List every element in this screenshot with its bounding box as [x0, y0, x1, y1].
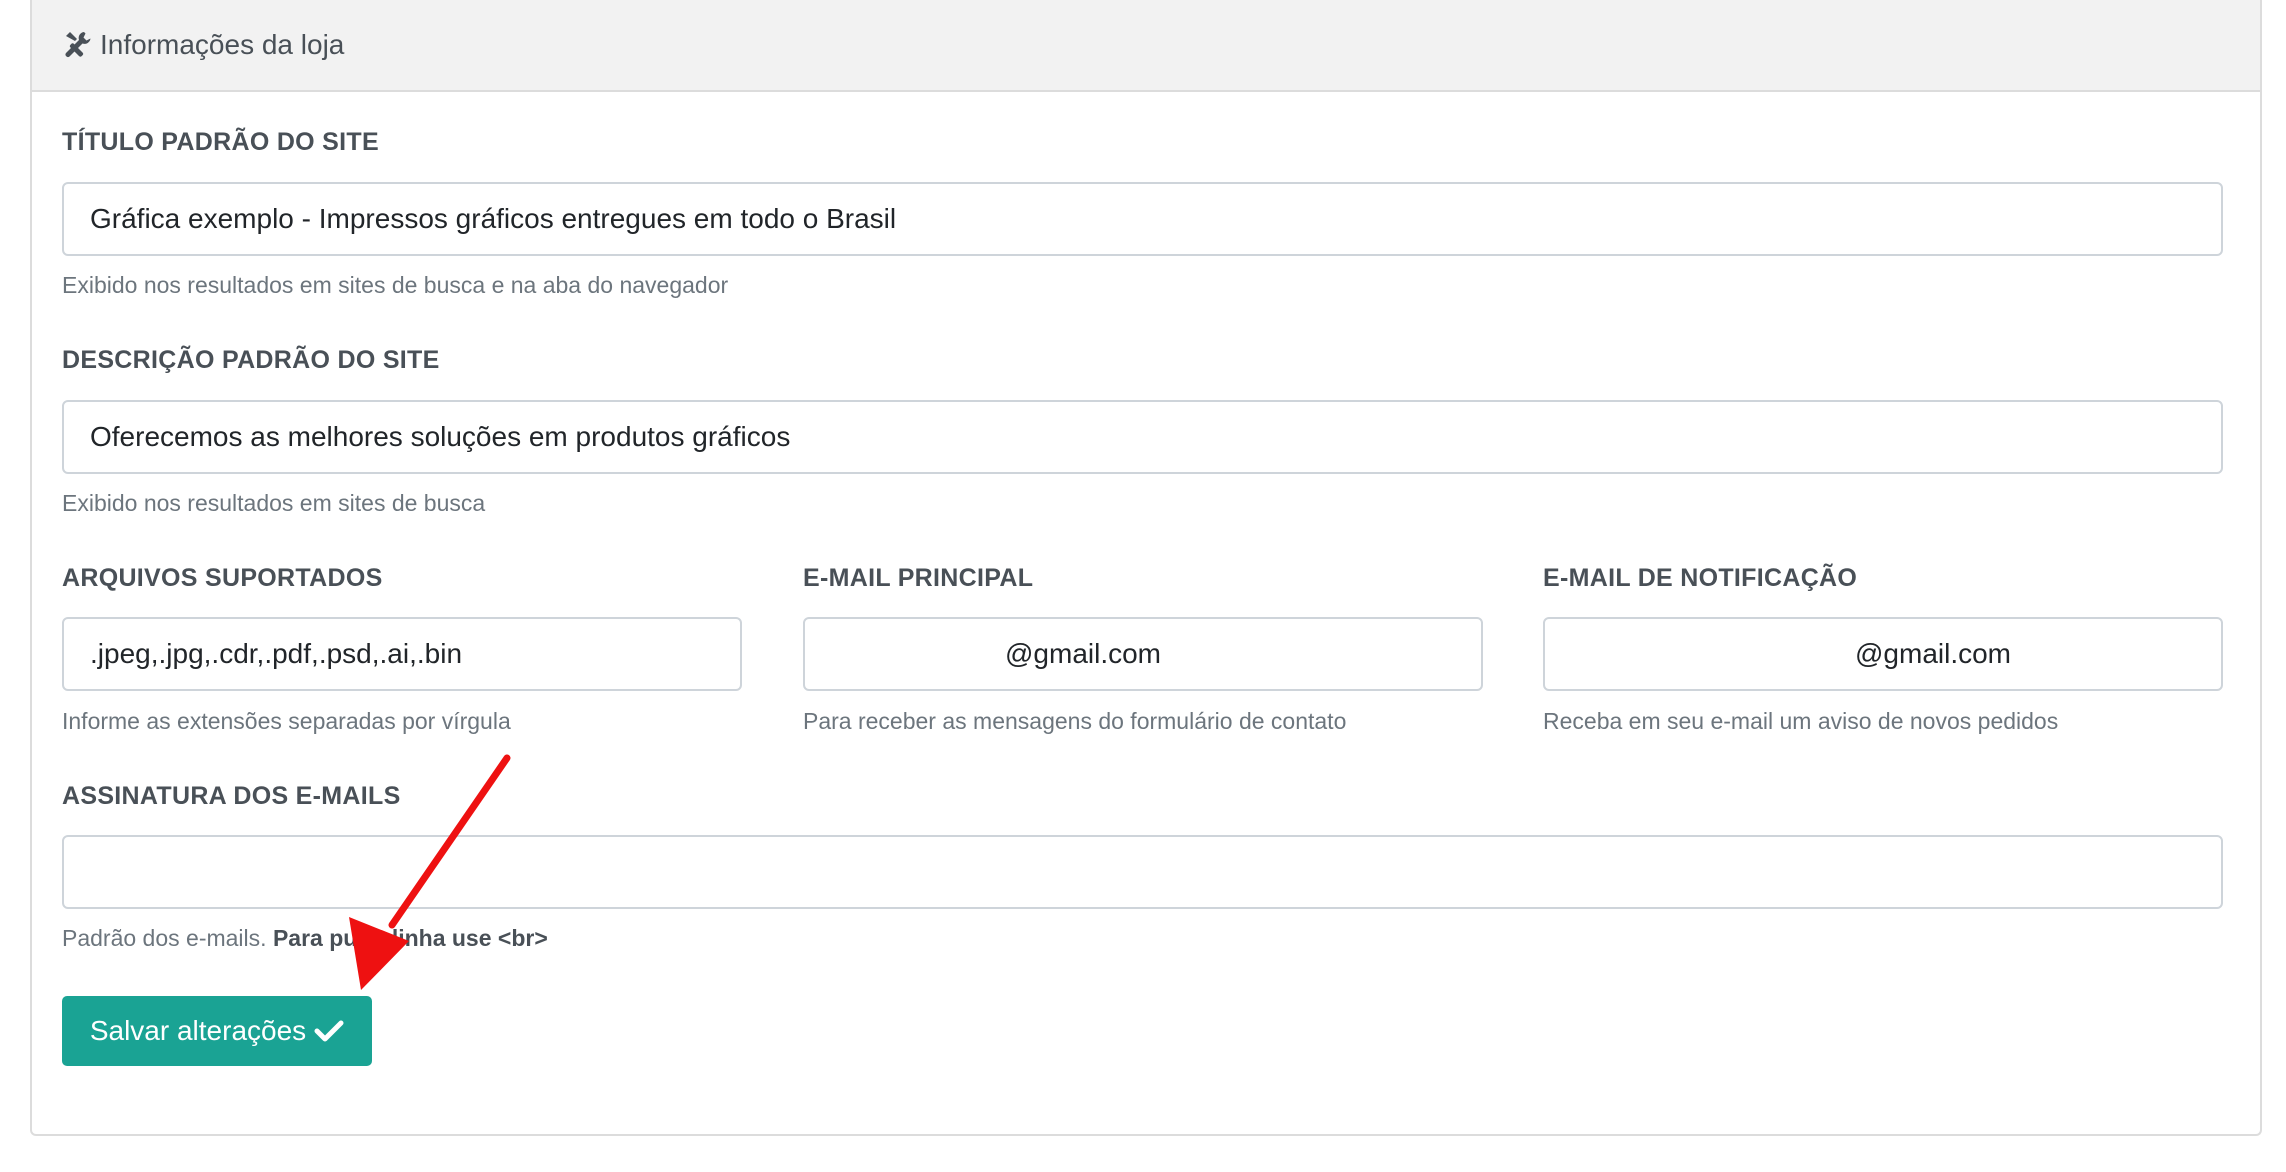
signature-help: Padrão dos e-mails. Para pular linha use… — [62, 925, 548, 952]
check-icon — [314, 1019, 344, 1043]
notify-email-input[interactable]: @gmail.com — [1543, 617, 2223, 691]
notify-email-label: E-MAIL DE NOTIFICAÇÃO — [1543, 564, 1858, 592]
save-button[interactable]: Salvar alterações — [62, 996, 372, 1066]
card-title: Informações da loja — [100, 29, 345, 60]
description-label: DESCRIÇÃO PADRÃO DO SITE — [62, 346, 440, 374]
main-email-label: E-MAIL PRINCIPAL — [803, 564, 1034, 592]
files-input[interactable]: .jpeg,.jpg,.cdr,.pdf,.psd,.ai,.bin — [62, 617, 742, 691]
title-label: TÍTULO PADRÃO DO SITE — [62, 128, 379, 156]
signature-label: ASSINATURA DOS E-MAILS — [62, 782, 401, 810]
card-header: Informações da loja — [32, 0, 2260, 92]
description-input[interactable]: Oferecemos as melhores soluções em produ… — [62, 400, 2223, 474]
save-button-label: Salvar alterações — [89, 1015, 307, 1046]
notify-email-help: Receba em seu e-mail um aviso de novos p… — [1543, 708, 2059, 734]
main-email-input[interactable]: @gmail.com — [803, 617, 1483, 691]
tools-icon — [62, 30, 92, 60]
signature-help-bold: Para pular linha use <br> — [272, 925, 548, 951]
signature-input[interactable] — [62, 835, 2223, 909]
signature-help-text: Padrão dos e-mails. — [62, 925, 267, 951]
title-help: Exibido nos resultados em sites de busca… — [62, 272, 729, 298]
description-help: Exibido nos resultados em sites de busca — [62, 490, 486, 516]
title-input[interactable]: Gráfica exemplo - Impressos gráficos ent… — [62, 182, 2223, 256]
files-label: ARQUIVOS SUPORTADOS — [62, 564, 383, 592]
main-email-help: Para receber as mensagens do formulário … — [803, 708, 1347, 734]
files-help: Informe as extensões separadas por vírgu… — [62, 708, 511, 734]
